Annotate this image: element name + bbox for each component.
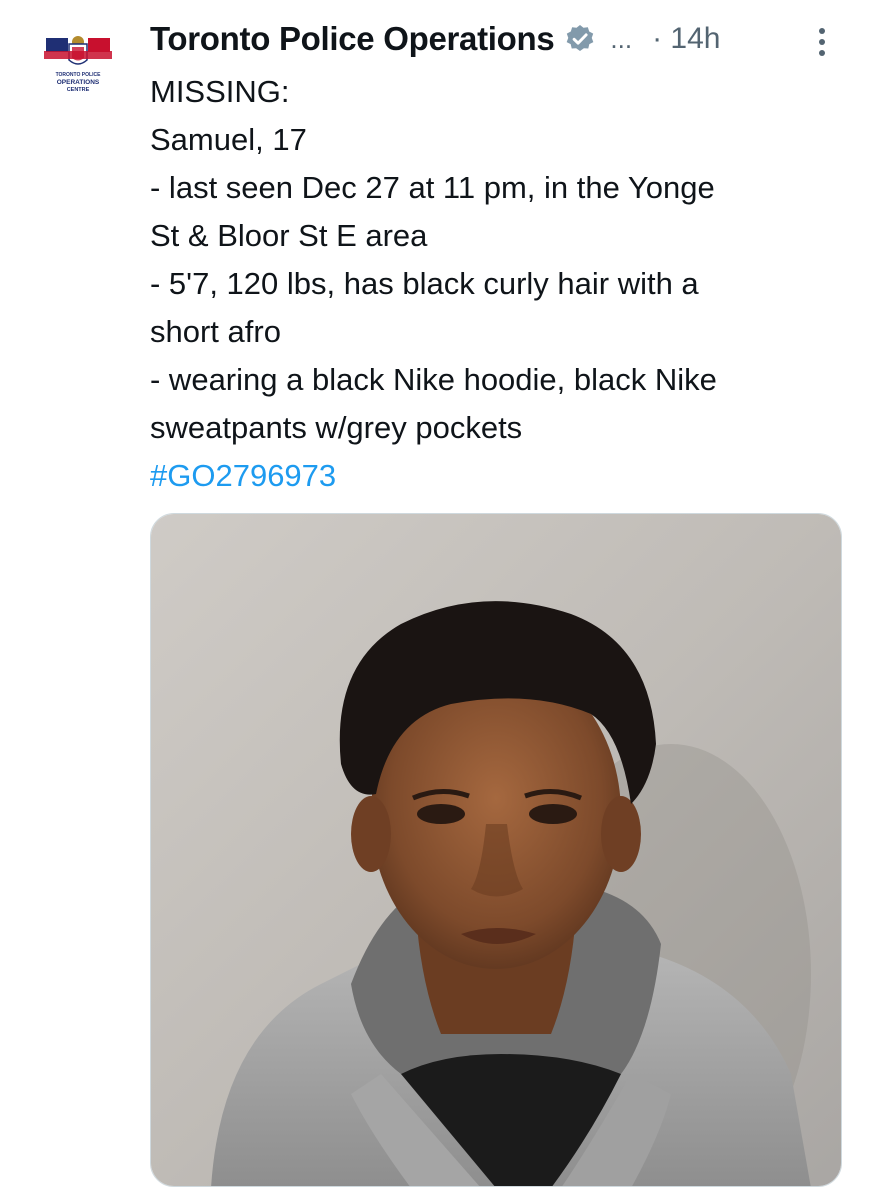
tweet-line: Samuel, 17 [150,122,307,157]
tweet-line: MISSING: [150,74,290,109]
toronto-police-logo-icon: TORONTO POLICE OPERATIONS CENTRE [38,28,118,108]
tweet-line: - wearing a black Nike hoodie, black Nik… [150,362,717,397]
tweet-line: short afro [150,314,281,349]
more-options-button[interactable] [810,22,834,62]
tweet-line: - last seen Dec 27 at 11 pm, in the Yong… [150,170,715,205]
tweet-text: MISSING: Samuel, 17 - last seen Dec 27 a… [150,68,850,500]
tweet-header: Toronto Police Operations ... · 14h [150,18,840,60]
more-vertical-icon [819,28,825,56]
tweet-line: - 5'7, 120 lbs, has black curly hair wit… [150,266,699,301]
tweet-line: St & Bloor St E area [150,218,428,253]
tweet-line: sweatpants w/grey pockets [150,410,523,445]
missing-person-photo [151,514,841,1186]
logo-line-2: OPERATIONS [57,79,100,86]
tweet-timestamp[interactable]: · 14h [652,22,720,56]
hashtag-link[interactable]: #GO2796973 [150,452,850,500]
author-avatar[interactable]: TORONTO POLICE OPERATIONS CENTRE [38,28,118,108]
tweet-photo[interactable] [150,513,842,1187]
logo-line-3: CENTRE [67,87,90,93]
author-name[interactable]: Toronto Police Operations [150,20,555,58]
logo-line-1: TORONTO POLICE [56,72,101,78]
verified-badge-icon [567,25,594,51]
name-truncation: ... [610,23,633,54]
